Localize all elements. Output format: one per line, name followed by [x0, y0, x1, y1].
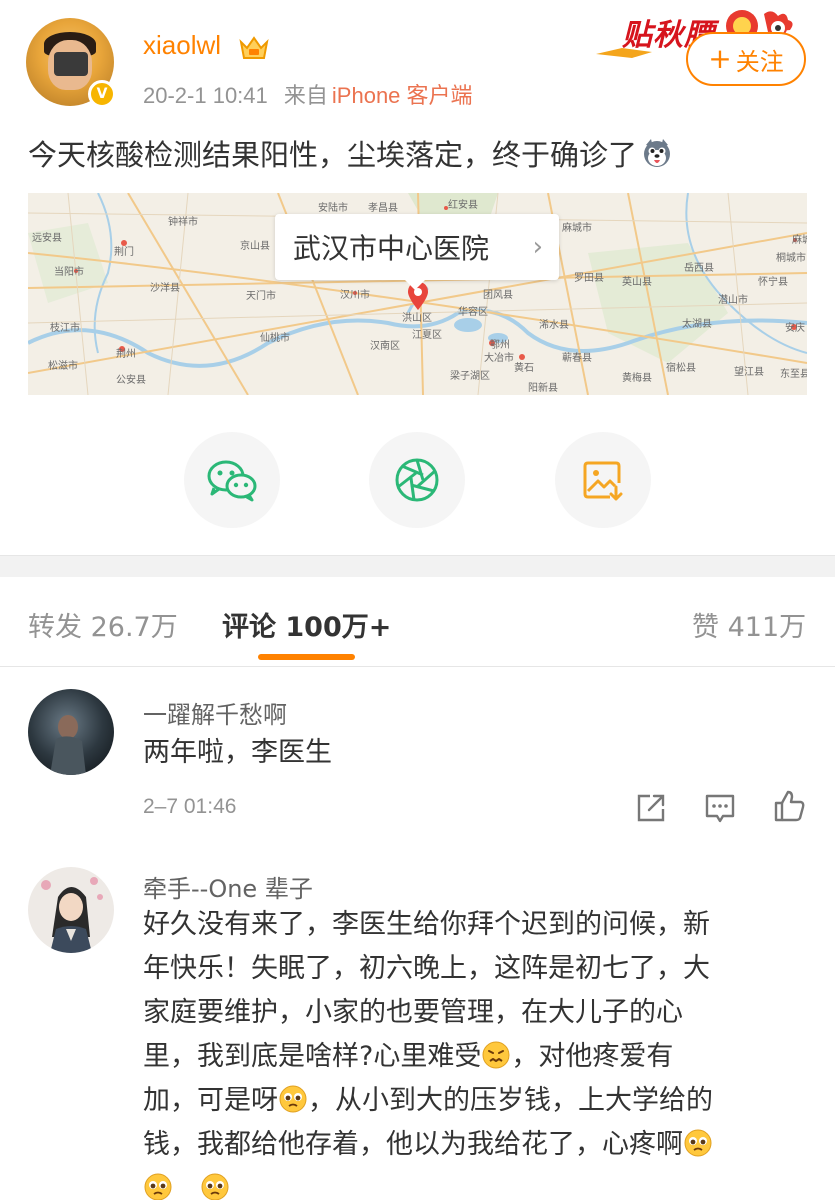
upset-emoji-icon — [482, 1041, 510, 1069]
comment-line: 好久没有来了，李医生给你拜个迟到的问候，新 — [143, 909, 710, 940]
post-meta: 20-2-1 10:41 来自 iPhone 客户端 — [143, 78, 473, 110]
svg-text:阳新县: 阳新县 — [528, 381, 558, 394]
save-image-icon — [583, 461, 623, 501]
svg-text:远安县: 远安县 — [32, 231, 62, 244]
follow-label: 关注 — [735, 47, 784, 76]
follow-button[interactable]: + 关注 — [686, 32, 806, 86]
svg-text:大冶市: 大冶市 — [484, 351, 514, 364]
svg-text:英山县: 英山县 — [622, 275, 652, 288]
svg-text:太湖县: 太湖县 — [682, 317, 712, 330]
svg-text:岳西县: 岳西县 — [684, 262, 714, 274]
post-source[interactable]: iPhone 客户端 — [332, 83, 473, 108]
commenter-name[interactable]: 一躍解千愁啊 — [143, 695, 287, 730]
source-prefix: 来自 — [283, 83, 328, 108]
like-icon[interactable] — [772, 789, 806, 823]
chevron-right-icon: › — [532, 232, 543, 262]
svg-text:荆门: 荆门 — [114, 245, 134, 258]
active-tab-indicator — [258, 654, 355, 660]
comment-item: 一躍解千愁啊 两年啦，李医生 2–7 01:46 — [0, 667, 835, 847]
save-image-button[interactable] — [555, 432, 651, 528]
comment-line: 家庭要维护，小家的也要管理，在大儿子的心 — [143, 997, 683, 1028]
svg-text:宿松县: 宿松县 — [666, 361, 696, 374]
svg-text:黄石: 黄石 — [514, 361, 534, 374]
svg-text:汉川市: 汉川市 — [340, 288, 370, 301]
commenter-avatar[interactable] — [28, 689, 114, 775]
svg-text:孝昌县: 孝昌县 — [368, 202, 398, 214]
post-timestamp: 20-2-1 10:41 — [143, 83, 268, 108]
commenter-name[interactable]: 牵手--One 辈子 — [143, 869, 313, 904]
svg-text:蕲春县: 蕲春县 — [562, 352, 592, 364]
pleading-emoji-icon — [279, 1085, 307, 1113]
location-name: 武汉市中心医院 — [293, 232, 490, 265]
weibo-post: V xiaolwl 20-2-1 10:41 来自 iPhone 客户端 贴秋膘 … — [0, 0, 835, 555]
comment-line — [143, 1167, 813, 1200]
post-text: 今天核酸检测结果阳性，尘埃落定，终于确诊了 — [28, 138, 638, 172]
svg-text:仙桃市: 仙桃市 — [260, 331, 290, 344]
svg-text:枝江市: 枝江市 — [50, 321, 80, 334]
svg-text:华容区: 华容区 — [458, 305, 488, 318]
commenter-avatar[interactable] — [28, 867, 114, 953]
svg-text:松滋市: 松滋市 — [48, 359, 78, 372]
moments-icon — [395, 458, 439, 502]
comment-text: 两年啦，李医生 — [143, 737, 332, 768]
author-avatar[interactable]: V — [26, 18, 116, 108]
pleading-emoji-icon — [144, 1173, 172, 1200]
svg-text:钟祥市: 钟祥市 — [168, 215, 198, 228]
comment-line: 里，我到底是啥样?心里难受 ，对他疼爱有 — [143, 1041, 674, 1072]
verified-badge-icon: V — [88, 80, 116, 108]
section-divider — [0, 555, 835, 577]
svg-text:红安县: 红安县 — [448, 198, 478, 211]
svg-text:罗田县: 罗田县 — [574, 272, 604, 284]
svg-text:浠水县: 浠水县 — [539, 318, 569, 331]
svg-text:麻城市: 麻城市 — [562, 221, 592, 234]
tab-comment[interactable]: 评论 100万+ — [222, 605, 391, 644]
svg-text:公安县: 公安县 — [116, 373, 146, 386]
location-label[interactable]: 武汉市中心医院 › — [275, 214, 559, 290]
husky-emoji-icon — [644, 139, 671, 167]
svg-text:麻城: 麻城 — [792, 233, 807, 246]
svg-text:洪山区: 洪山区 — [402, 312, 432, 324]
svg-text:团风县: 团风县 — [483, 289, 513, 301]
svg-text:当阳市: 当阳市 — [54, 265, 84, 278]
share-moments-button[interactable] — [369, 432, 465, 528]
tab-repost[interactable]: 转发 26.7万 — [28, 605, 178, 644]
comment-item: 牵手--One 辈子 好久没有来了，李医生给你拜个迟到的问候，新 年快乐！失眠了… — [0, 847, 835, 1200]
comment-text: 好久没有来了，李医生给你拜个迟到的问候，新 年快乐！失眠了，初六晚上，这阵是初七… — [143, 903, 813, 1200]
svg-text:沙洋县: 沙洋县 — [150, 281, 180, 294]
svg-text:江夏区: 江夏区 — [412, 329, 442, 341]
pleading-emoji-icon — [684, 1129, 712, 1157]
svg-text:鄂州: 鄂州 — [490, 339, 510, 351]
tab-like[interactable]: 赞 411万 — [692, 605, 806, 644]
crown-icon — [239, 36, 269, 59]
share-wechat-button[interactable] — [184, 432, 280, 528]
comment-line: 年快乐！失眠了，初六晚上，这阵是初七了，大 — [143, 953, 710, 984]
svg-text:望江县: 望江县 — [734, 365, 764, 378]
svg-text:安庆: 安庆 — [785, 321, 805, 334]
author-name[interactable]: xiaolwl — [143, 30, 221, 61]
svg-text:桐城市: 桐城市 — [776, 251, 806, 264]
share-icon[interactable] — [634, 791, 668, 825]
svg-text:东至县: 东至县 — [780, 367, 807, 380]
svg-text:天门市: 天门市 — [246, 289, 276, 302]
post-body: 今天核酸检测结果阳性，尘埃落定，终于确诊了 — [28, 132, 673, 174]
post-tabs: 转发 26.7万 评论 100万+ 赞 411万 — [0, 577, 835, 667]
svg-text:怀宁县: 怀宁县 — [758, 275, 788, 288]
svg-text:潜山市: 潜山市 — [718, 293, 748, 306]
svg-text:安陆市: 安陆市 — [318, 201, 348, 214]
wechat-icon — [207, 460, 257, 502]
plus-icon: + — [708, 42, 732, 75]
svg-text:梁子湖区: 梁子湖区 — [450, 369, 490, 382]
svg-text:黄梅县: 黄梅县 — [622, 371, 652, 384]
comment-time: 2–7 01:46 — [143, 795, 237, 818]
pleading-emoji-icon — [201, 1173, 229, 1200]
reply-icon[interactable] — [703, 791, 737, 825]
comment-line: 钱，我都给他存着，他以为我给花了，心疼啊 — [143, 1123, 813, 1167]
svg-text:京山县: 京山县 — [240, 239, 270, 252]
comment-line: 加，可是呀 ，从小到大的压岁钱，上大学给的 — [143, 1085, 713, 1116]
svg-text:荆州: 荆州 — [116, 347, 136, 360]
svg-text:汉南区: 汉南区 — [370, 339, 400, 352]
